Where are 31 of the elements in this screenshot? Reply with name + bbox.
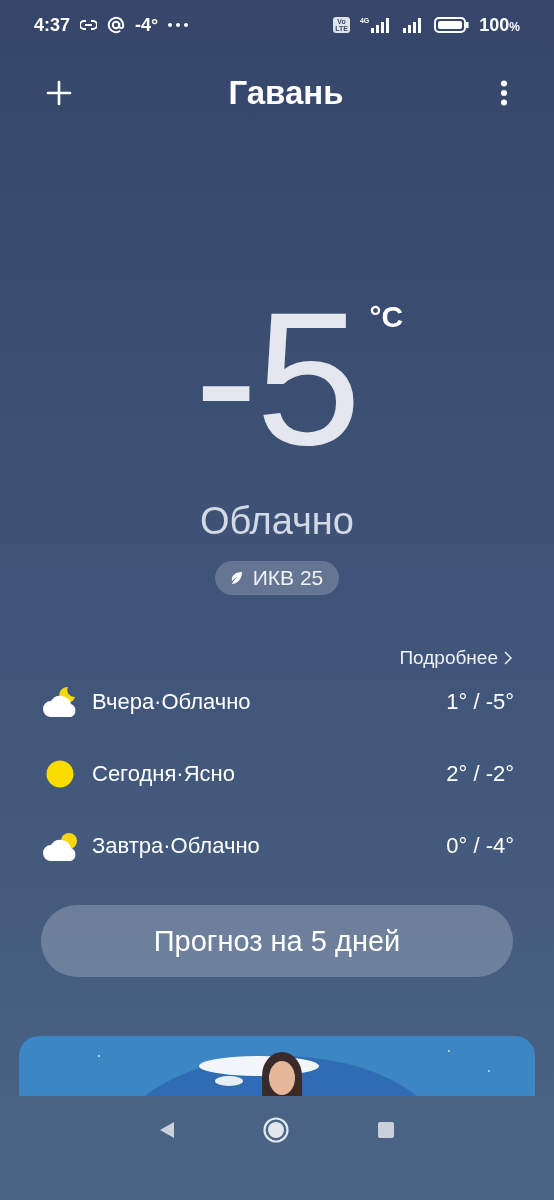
at-sign-icon (107, 16, 126, 34)
home-icon (263, 1116, 289, 1143)
five-day-forecast-button[interactable]: Прогноз на 5 дней (41, 905, 513, 977)
day-condition: Вчера·Облачно (92, 689, 252, 715)
details-link[interactable]: Подробнее (399, 647, 512, 669)
add-button[interactable] (46, 80, 72, 106)
more-icon (168, 23, 189, 27)
chevron-right-icon (504, 651, 512, 665)
link-icon (80, 20, 98, 30)
menu-button[interactable] (500, 80, 508, 106)
city-title: Гавань (228, 74, 344, 112)
current-temperature: -5 (194, 298, 360, 458)
status-temperature: -4° (135, 14, 159, 36)
battery-icon (434, 17, 470, 33)
recents-icon (377, 1120, 395, 1139)
recents-button[interactable] (377, 1120, 395, 1139)
temperature-range: 2° / -2° (446, 761, 514, 787)
back-button[interactable] (159, 1120, 175, 1139)
air-quality-badge[interactable]: ИКВ 25 (214, 561, 340, 595)
menu-icon (500, 80, 508, 106)
weather-condition: Облачно (200, 500, 354, 543)
add-icon (46, 80, 72, 106)
back-icon (159, 1120, 175, 1139)
battery-level: 100% (479, 14, 520, 36)
day-condition: Сегодня·Ясно (92, 761, 236, 787)
status-time: 4:37 (34, 14, 71, 36)
temperature-range: 0° / -4° (446, 833, 514, 859)
day-condition: Завтра·Облачно (92, 833, 261, 859)
temperature-unit: °C (369, 300, 404, 334)
temperature-range: 1° / -5° (446, 689, 514, 715)
home-button[interactable] (263, 1116, 289, 1143)
